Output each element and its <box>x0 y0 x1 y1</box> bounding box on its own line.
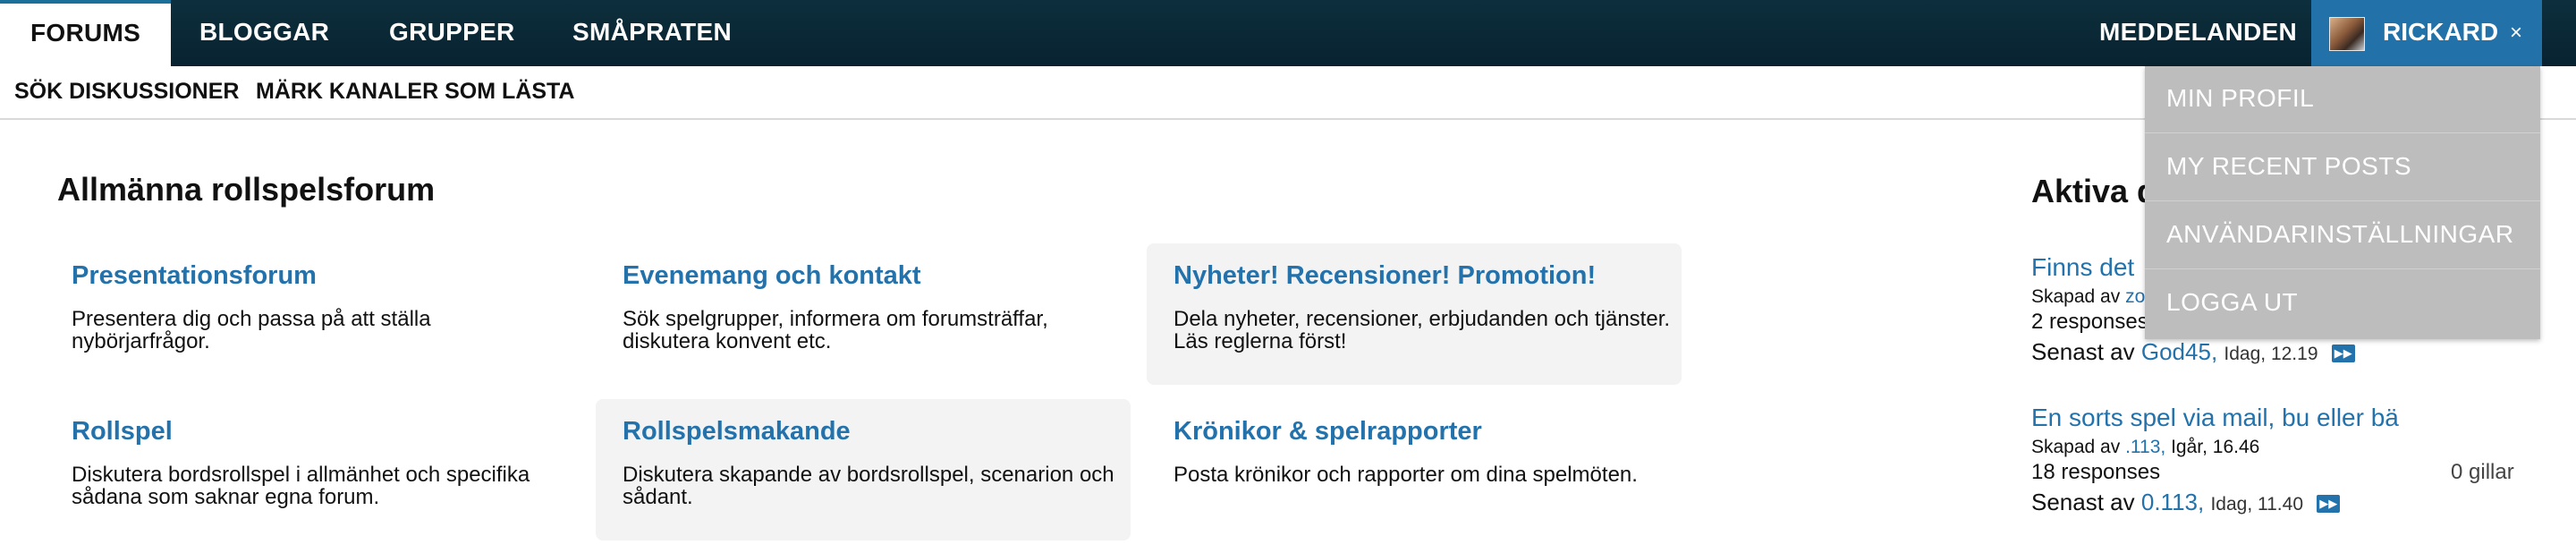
tab-smapraten[interactable]: SMÅPRATEN <box>572 0 732 66</box>
topic-title[interactable]: En sorts spel via mail, bu eller bä <box>2031 404 2399 432</box>
last-poster-link[interactable]: God45, <box>2141 338 2217 365</box>
last-post-time: Idag, 12.19 <box>2224 344 2318 364</box>
menu-item-settings[interactable]: ANVÄNDARINSTÄLLNINGAR <box>2145 202 2540 269</box>
topic-responses: 2 responses <box>2031 310 2148 334</box>
topic-created: Skapad av zo <box>2031 286 2145 308</box>
tab-bloggar[interactable]: BLOGGAR <box>199 0 329 66</box>
forum-card-kronikor[interactable]: Krönikor & spelrapporter Posta krönikor … <box>1159 399 1694 540</box>
user-name: RICKARD <box>2383 18 2499 46</box>
menu-item-min-profil[interactable]: MIN PROFIL <box>2145 66 2540 133</box>
mark-channels-read-link[interactable]: MÄRK KANALER SOM LÄSTA <box>256 66 574 116</box>
creator-link[interactable]: .113, <box>2125 437 2165 457</box>
sidebar-title: Aktiva d <box>2031 173 2157 209</box>
user-menu-toggle[interactable]: RICKARD × <box>2311 0 2542 66</box>
last-post-time: Idag, 11.40 <box>2210 494 2304 515</box>
forum-title[interactable]: Nyheter! Recensioner! Promotion! <box>1174 261 1596 291</box>
topic-last-post: Senast av 0.113, Idag, 11.40 ▶▶ <box>2031 489 2341 516</box>
double-arrow-right-icon[interactable]: ▶▶ <box>2317 495 2341 514</box>
forum-description: Presentera dig och passa på att ställa n… <box>72 307 431 353</box>
messages-link[interactable]: MEDDELANDEN <box>2099 0 2297 66</box>
forum-title[interactable]: Evenemang och kontakt <box>623 261 921 291</box>
menu-item-logout[interactable]: LOGGA UT <box>2145 270 2540 337</box>
forum-title[interactable]: Presentationsforum <box>72 261 317 291</box>
forum-card-presentationsforum[interactable]: Presentationsforum Presentera dig och pa… <box>57 243 592 385</box>
tab-forums[interactable]: FORUMS <box>0 0 172 66</box>
topic-title[interactable]: Finns det <box>2031 253 2134 282</box>
double-arrow-right-icon[interactable]: ▶▶ <box>2331 345 2355 363</box>
created-time: Igår, 16.46 <box>2171 437 2260 457</box>
last-poster-link[interactable]: 0.113, <box>2141 489 2204 515</box>
created-prefix: Skapad av <box>2031 437 2121 457</box>
topic-created: Skapad av .113, Igår, 16.46 <box>2031 437 2259 458</box>
forum-description: Diskutera skapande av bordsrollspel, sce… <box>623 463 1114 509</box>
tab-grupper[interactable]: GRUPPER <box>389 0 515 66</box>
forum-description: Sök spelgrupper, informera om forumsträf… <box>623 307 1048 353</box>
user-dropdown-menu: MIN PROFIL MY RECENT POSTS ANVÄNDARINSTÄ… <box>2145 66 2540 339</box>
topic-responses: 18 responses <box>2031 460 2161 484</box>
creator-link[interactable]: zo <box>2125 286 2145 307</box>
page-title: Allmänna rollspelsforum <box>57 171 436 208</box>
forum-title[interactable]: Krönikor & spelrapporter <box>1174 417 1482 447</box>
forum-card-nyheter[interactable]: Nyheter! Recensioner! Promotion! Dela ny… <box>1147 243 1682 385</box>
forum-description: Dela nyheter, recensioner, erbjudanden o… <box>1174 307 1671 353</box>
close-icon[interactable]: × <box>2510 0 2522 66</box>
search-discussions-link[interactable]: SÖK DISKUSSIONER <box>14 66 239 116</box>
last-prefix: Senast av <box>2031 489 2135 515</box>
forum-card-evenemang[interactable]: Evenemang och kontakt Sök spelgrupper, i… <box>608 243 1143 385</box>
last-prefix: Senast av <box>2031 338 2135 365</box>
forum-card-rollspelsmakande[interactable]: Rollspelsmakande Diskutera skapande av b… <box>596 399 1131 540</box>
forum-description: Posta krönikor och rapporter om dina spe… <box>1174 463 1638 487</box>
avatar <box>2329 17 2365 51</box>
created-prefix: Skapad av <box>2031 286 2121 307</box>
forum-card-rollspel[interactable]: Rollspel Diskutera bordsrollspel i allmä… <box>57 399 592 540</box>
forum-description: Diskutera bordsrollspel i allmänhet och … <box>72 463 530 509</box>
forum-title[interactable]: Rollspelsmakande <box>623 417 851 447</box>
menu-item-recent-posts[interactable]: MY RECENT POSTS <box>2145 134 2540 201</box>
top-navigation-bar: FORUMS BLOGGAR GRUPPER SMÅPRATEN MEDDELA… <box>0 0 2576 66</box>
forum-title[interactable]: Rollspel <box>72 417 173 447</box>
topic-last-post: Senast av God45, Idag, 12.19 ▶▶ <box>2031 338 2355 366</box>
topic-likes: 0 gillar <box>2451 460 2514 484</box>
